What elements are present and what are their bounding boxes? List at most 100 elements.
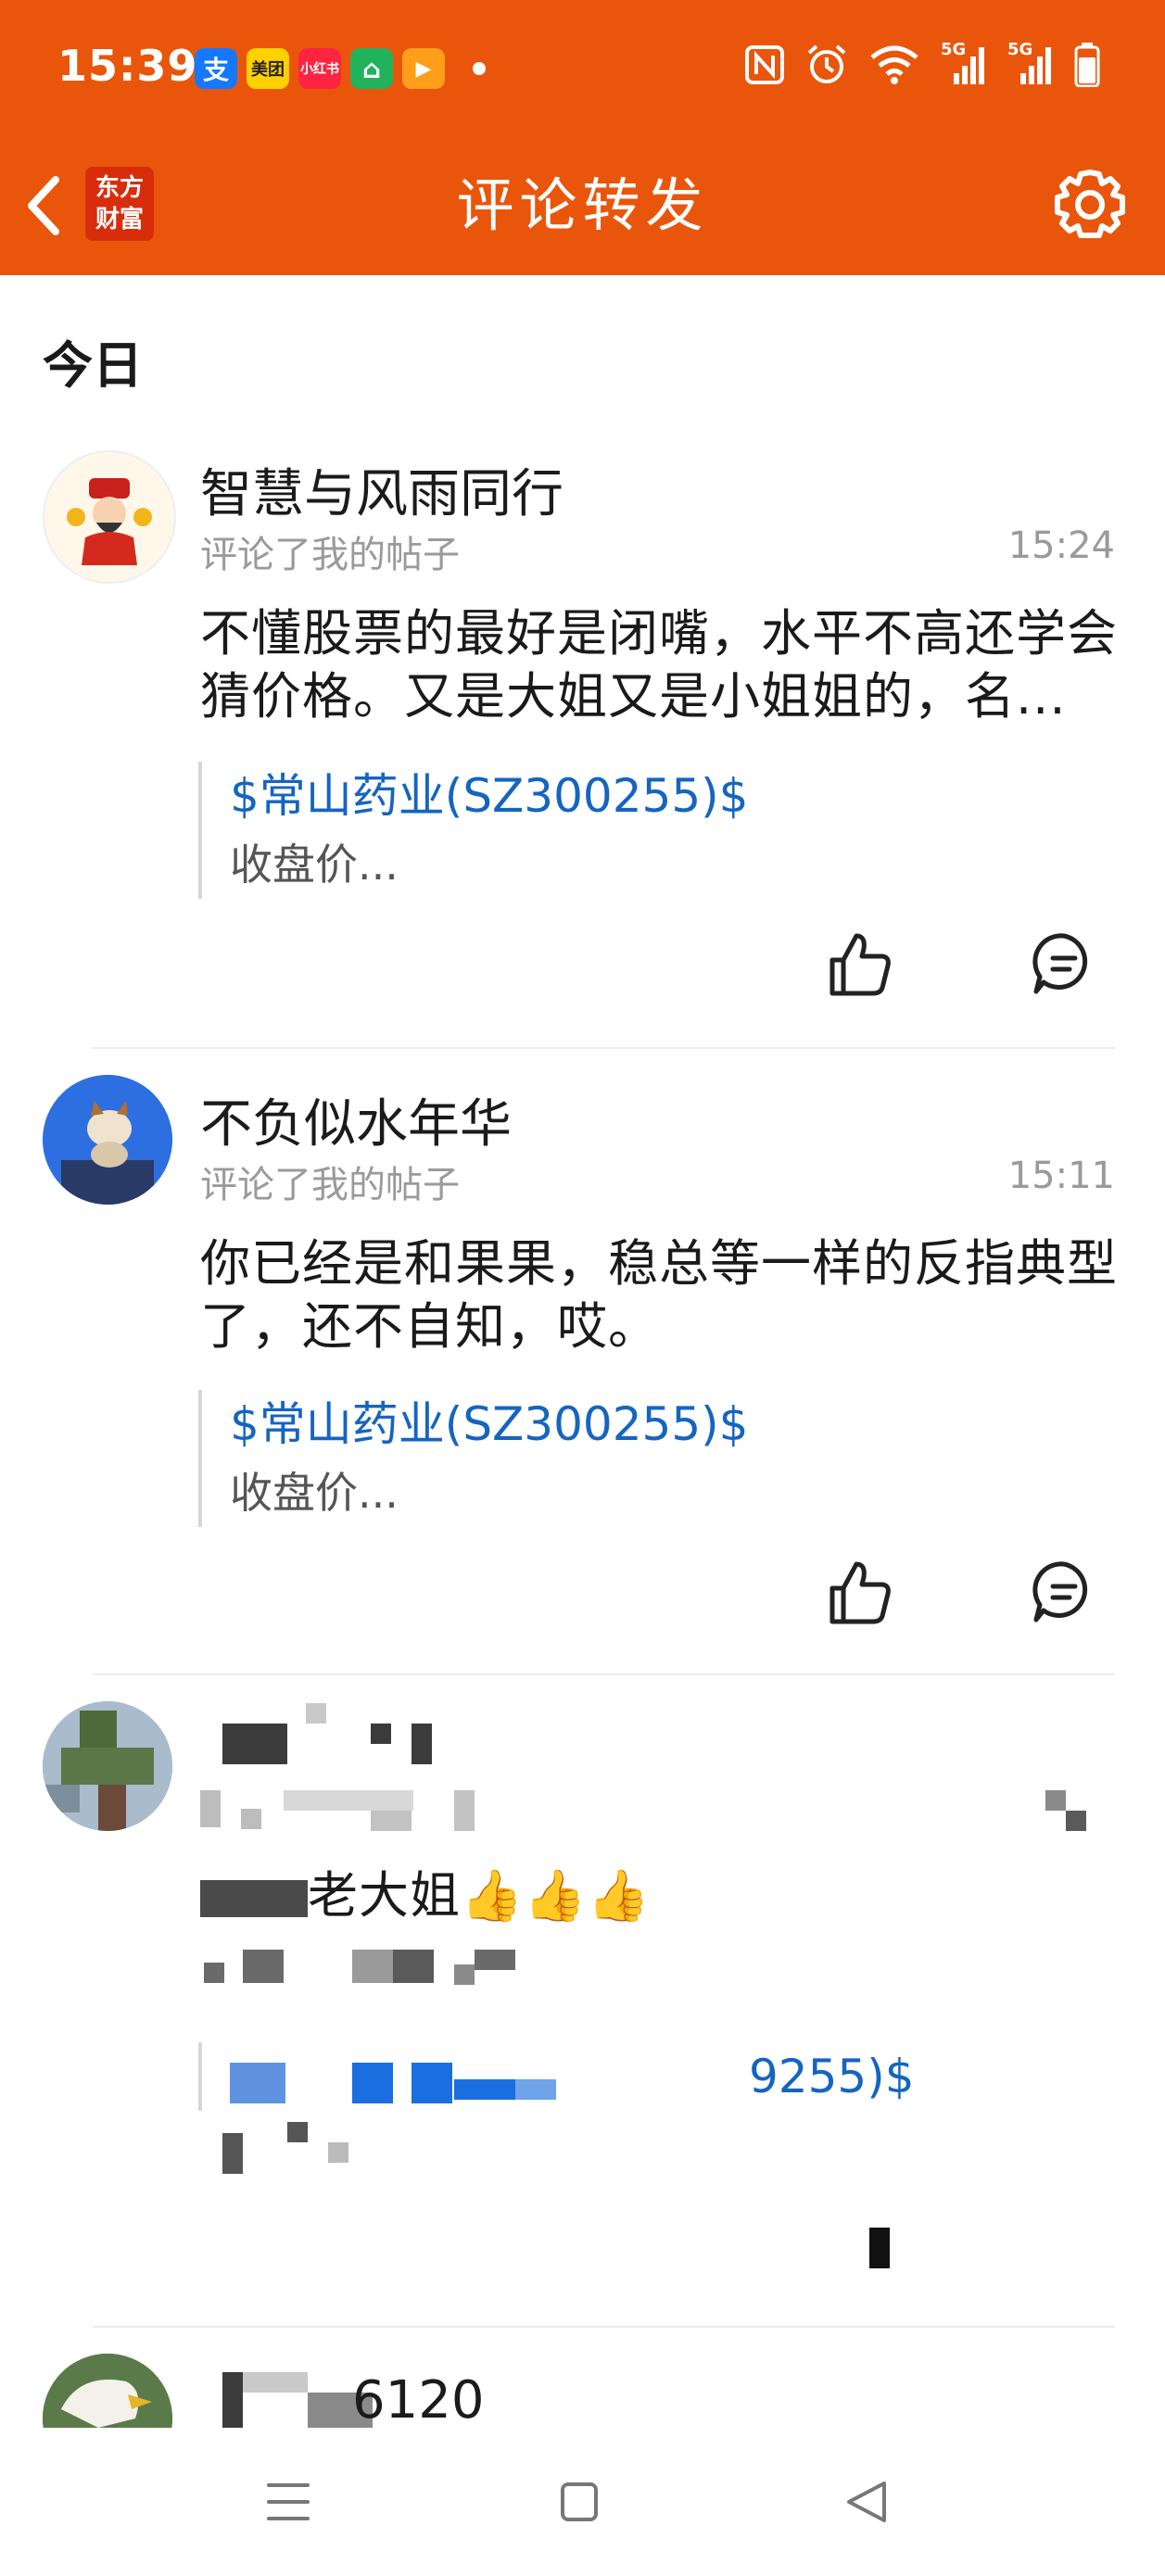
like-button[interactable] — [823, 1555, 897, 1629]
gear-icon — [1055, 170, 1125, 238]
quoted-post[interactable]: 9255)$ — [198, 2042, 1064, 2111]
status-bar: 15:39 支 美团 小红书 ⌂ ▶ 5G 5G — [0, 0, 1165, 137]
redacted-block — [328, 2142, 348, 2163]
xiaohongshu-icon: 小红书 — [298, 48, 341, 89]
redacted-block — [352, 1950, 393, 1983]
redacted-quote-text — [222, 2133, 243, 2174]
redacted-block — [352, 2063, 393, 2103]
thumbs-up-icon — [829, 1561, 891, 1624]
comment-item[interactable]: 智慧与风雨同行 评论了我的帖子 15:24 不懂股票的最好是闭嘴，水平不高还学会… — [0, 445, 1165, 1047]
video-app-icon: ▶ — [402, 48, 445, 89]
quoted-text: 收盘价... — [230, 1468, 399, 1518]
battery-icon — [1074, 43, 1100, 87]
home-button[interactable] — [538, 2465, 621, 2539]
redacted-block — [371, 1724, 391, 1744]
meituan-icon: 美团 — [247, 48, 289, 89]
quoted-text: 收盘价... — [230, 840, 399, 890]
username[interactable]: 不负似水年华 — [200, 1082, 512, 1157]
redacted-block — [1066, 1811, 1086, 1831]
redacted-block — [243, 2372, 308, 2393]
tree-avatar-icon — [43, 1701, 172, 1831]
like-button[interactable] — [823, 927, 897, 1001]
signal-1: 5G — [941, 40, 987, 86]
redacted-prefix — [200, 1880, 308, 1918]
more-notifications-dot — [473, 62, 486, 75]
system-navigation-bar — [0, 2428, 1165, 2576]
redacted-block — [454, 1790, 475, 1831]
quoted-post[interactable]: $常山药业(SZ300255)$ 收盘价... — [198, 1390, 1064, 1527]
divider — [93, 1047, 1115, 1049]
avatar[interactable] — [43, 450, 176, 584]
fortune-god-avatar-icon — [44, 452, 174, 582]
reply-button[interactable] — [1027, 1555, 1101, 1629]
comment-icon — [1032, 1561, 1088, 1623]
comment-icon — [1032, 933, 1088, 994]
comment-item-redacted[interactable]: 老大姐👍👍👍 9255)$ — [0, 1701, 1165, 2313]
redacted-block — [412, 2063, 452, 2103]
redacted-block — [284, 1790, 413, 1811]
square-home-icon — [561, 2482, 598, 2521]
avatar[interactable] — [43, 2354, 172, 2428]
page-title: 评论转发 — [456, 171, 709, 239]
redacted-block — [243, 1950, 284, 1983]
comment-content[interactable]: 不懂股票的最好是闭嘴，水平不高还学会猜价格。又是大姐又是小姐姐的，名... — [200, 602, 1118, 728]
settings-button[interactable] — [1048, 163, 1132, 246]
redacted-action — [200, 1790, 221, 1827]
quoted-post[interactable]: $常山药业(SZ300255)$ 收盘价... — [198, 762, 1064, 899]
redacted-block — [306, 1703, 326, 1724]
divider — [93, 1673, 1115, 1675]
username-partial[interactable]: 6120 — [352, 2370, 485, 2428]
action-text: 评论了我的帖子 — [200, 1164, 460, 1206]
redacted-block — [393, 1950, 434, 1983]
redacted-block — [371, 1811, 412, 1831]
triangle-back-icon — [847, 2481, 886, 2522]
timestamp: 15:11 — [1007, 1155, 1115, 1197]
signal-icon — [954, 47, 984, 84]
notification-icons: 支 美团 小红书 ⌂ ▶ — [195, 48, 486, 89]
redacted-block — [412, 1724, 432, 1764]
comment-item-partial[interactable]: 6120 — [0, 2354, 1165, 2428]
avatar[interactable] — [43, 1701, 172, 1831]
section-heading-today: 今日 — [43, 336, 143, 395]
redacted-like — [869, 2228, 890, 2268]
redacted-block — [454, 2079, 515, 2100]
back-nav-button[interactable] — [825, 2465, 908, 2539]
alarm-icon — [807, 44, 846, 83]
divider — [93, 2326, 1115, 2328]
stock-link[interactable]: $常山药业(SZ300255)$ — [230, 1390, 1064, 1458]
redacted-time — [1045, 1790, 1066, 1811]
redacted-username — [222, 1724, 287, 1764]
alipay-icon: 支 — [195, 48, 237, 89]
redacted-block — [475, 1950, 515, 1970]
redacted-block — [241, 1809, 261, 1829]
comment-item[interactable]: 不负似水年华 评论了我的帖子 15:11 你已经是和果果，稳总等一样的反指典型了… — [0, 1075, 1165, 1677]
system-icons: 5G 5G — [744, 40, 1100, 87]
menu-icon — [267, 2483, 310, 2520]
cat-avatar-icon — [43, 1075, 172, 1205]
redacted-link — [230, 2063, 285, 2103]
redacted-block — [515, 2079, 556, 2100]
recent-apps-button[interactable] — [247, 2465, 330, 2539]
thumbs-up-icon — [829, 933, 891, 996]
redacted-username — [222, 2372, 243, 2428]
eagle-avatar-icon — [43, 2354, 172, 2428]
visible-fragment: 9255)$ — [749, 2050, 915, 2103]
navigation-bar: 东方财富 评论转发 — [0, 137, 1165, 275]
signal-icon — [1020, 47, 1051, 84]
username[interactable]: 智慧与风雨同行 — [200, 452, 564, 527]
stock-link[interactable]: $常山药业(SZ300255)$ — [230, 762, 1064, 830]
home-app-icon: ⌂ — [350, 48, 393, 89]
status-time: 15:39 — [57, 41, 198, 91]
action-text: 评论了我的帖子 — [200, 534, 460, 576]
timestamp: 15:24 — [1007, 524, 1115, 567]
redacted-block — [287, 2122, 308, 2142]
visible-fragment: 老大姐👍👍👍 — [308, 1866, 651, 1925]
nfc-icon — [745, 45, 784, 84]
comment-content[interactable]: 你已经是和果果，稳总等一样的反指典型了，还不自知，哎。 — [200, 1232, 1118, 1358]
redacted-block — [454, 1964, 475, 1985]
comment-content-partial[interactable]: 老大姐👍👍👍 — [200, 1864, 719, 1927]
redacted-block — [204, 1963, 224, 1983]
avatar[interactable] — [43, 1075, 172, 1205]
reply-button[interactable] — [1027, 927, 1101, 1001]
signal-2: 5G — [1007, 40, 1054, 86]
